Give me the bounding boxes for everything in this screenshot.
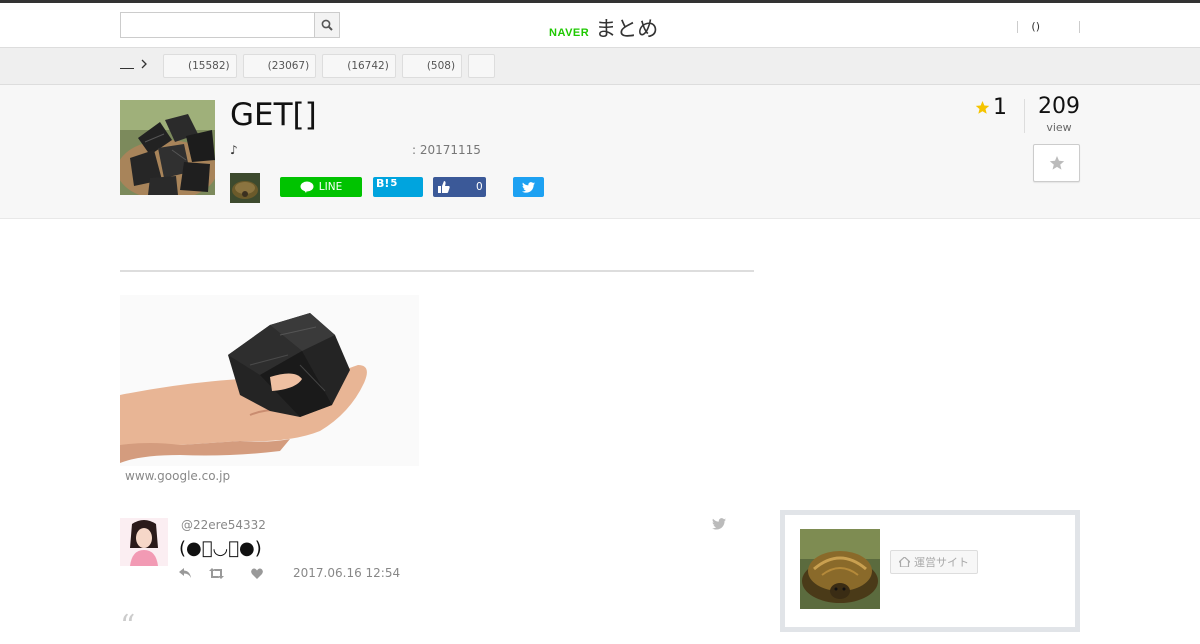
tweet-text: (●ో◡ో●) (179, 538, 262, 559)
official-site-button[interactable]: 運営サイト (890, 550, 978, 574)
star-icon (975, 100, 990, 114)
category-tab[interactable]: (16742) (322, 54, 396, 78)
chevron-right-icon (141, 59, 147, 69)
retweet-icon (209, 567, 224, 579)
category-tab-more[interactable] (468, 54, 496, 78)
author-card: 運営サイト (780, 510, 1080, 632)
twitter-share-button[interactable] (513, 177, 544, 197)
charcoal-hand-image[interactable] (120, 295, 419, 466)
logo-brand: NAVER (549, 27, 590, 39)
search-button[interactable] (314, 13, 339, 37)
category-list: (15582) (23067) (16742) (508) (163, 54, 496, 78)
image-source[interactable]: www.google.co.jp (125, 469, 230, 483)
search-box (120, 12, 340, 38)
hatena-count: 5 (390, 178, 398, 189)
nav-divider (1079, 20, 1080, 33)
author-profile-image[interactable] (800, 529, 880, 609)
category-count: (16742) (347, 60, 389, 72)
tweet-avatar[interactable] (120, 518, 168, 566)
add-favorite-button[interactable] (1033, 144, 1080, 182)
line-share-button[interactable]: LINE (280, 177, 362, 197)
logo-service: まとめ (595, 17, 659, 41)
category-bar: (15582) (23067) (16742) (508) (0, 48, 1200, 85)
view-number: 209 (1038, 94, 1080, 119)
reply-button[interactable] (179, 568, 199, 578)
twitter-icon (522, 181, 535, 193)
tweet-timestamp[interactable]: 2017.06.16 12:54 (293, 566, 400, 580)
author-avatar[interactable] (230, 173, 260, 203)
view-label: view (1046, 121, 1072, 134)
hatena-label: B! (376, 177, 390, 190)
content-divider (120, 270, 754, 272)
retweet-button[interactable] (209, 567, 229, 579)
article-header: GET[] ♪ : 20171115 LINE B! 5 0 1 209 vie… (0, 85, 1200, 219)
category-tab[interactable]: (15582) (163, 54, 237, 78)
quote-mark: “ (120, 609, 136, 644)
breadcrumb-home[interactable] (120, 60, 134, 69)
reply-icon (179, 568, 191, 578)
official-site-label: 運営サイト (914, 556, 969, 569)
category-tab[interactable]: (508) (401, 54, 463, 78)
breadcrumb (120, 59, 148, 69)
top-nav: () (1017, 20, 1080, 33)
line-icon (300, 181, 314, 193)
favorite-number: 1 (993, 95, 1007, 120)
hatena-bookmark-button[interactable]: B! 5 (373, 177, 423, 197)
top-header: NAVER まとめ () (0, 0, 1200, 48)
like-button[interactable] (251, 568, 271, 579)
heart-icon (251, 568, 263, 579)
article-date: : 20171115 (412, 143, 481, 157)
favorite-count: 1 (975, 95, 1007, 120)
thumbs-up-icon (438, 181, 450, 193)
category-count: (23067) (267, 60, 310, 72)
article-thumbnail (120, 100, 215, 195)
stats-divider (1024, 99, 1025, 133)
nav-link-login[interactable]: () (1018, 20, 1053, 33)
site-logo[interactable]: NAVER まとめ (549, 13, 658, 43)
view-counter: 209 view (1037, 93, 1081, 134)
search-input[interactable] (121, 13, 315, 37)
category-count: (15582) (188, 60, 230, 72)
category-count: (508) (426, 60, 456, 72)
article-title: GET[] (230, 97, 317, 133)
facebook-like-button[interactable]: 0 (433, 177, 486, 197)
tweet-handle[interactable]: @22ere54332 (181, 518, 266, 532)
star-icon (1049, 156, 1064, 170)
line-share-label: LINE (318, 181, 343, 193)
search-icon (321, 19, 333, 31)
tweet-actions: 2017.06.16 12:54 (179, 566, 400, 580)
home-icon (899, 557, 910, 567)
facebook-count: 0 (476, 181, 483, 193)
article-description: ♪ (230, 143, 238, 157)
category-tab[interactable]: (23067) (242, 54, 317, 78)
twitter-icon[interactable] (712, 518, 726, 530)
